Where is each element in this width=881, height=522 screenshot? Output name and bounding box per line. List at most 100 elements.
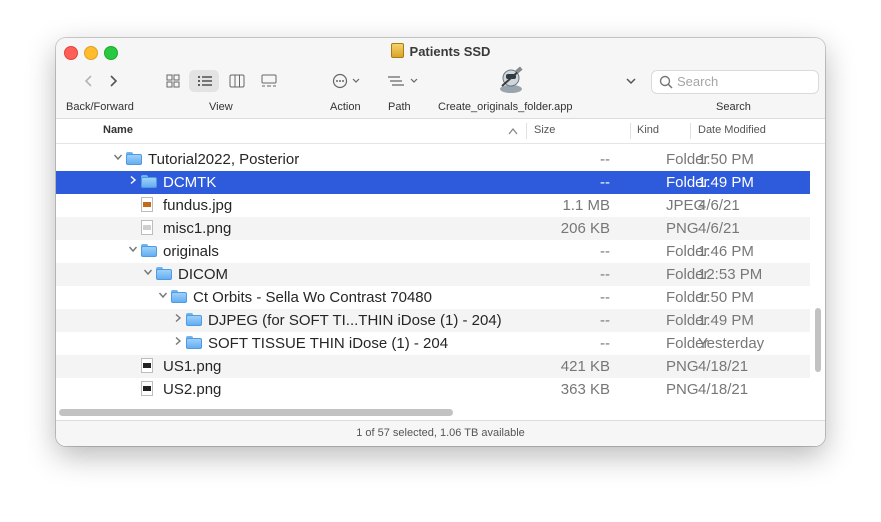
file-size: 206 KB [560, 220, 610, 237]
file-size: -- [600, 266, 610, 283]
file-row[interactable]: DJPEG (for SOFT TI...THIN iDose (1) - 20… [56, 309, 810, 332]
file-name: DICOM [178, 266, 228, 283]
file-list: Tutorial2022, Posterior -- Folder 1:50 PM DC… [56, 144, 825, 403]
date-modified-column-header[interactable]: Date Modified [698, 124, 766, 136]
path-list-icon [388, 76, 418, 86]
disclosure-expanded-icon[interactable] [128, 244, 138, 257]
png-file-icon [141, 358, 153, 373]
search-placeholder: Search [677, 74, 719, 89]
action-button[interactable] [332, 73, 362, 94]
chevron-right-icon [110, 75, 118, 87]
back-forward-label: Back/Forward [66, 101, 134, 113]
search-field[interactable]: Search [651, 70, 819, 94]
chevron-left-icon [84, 75, 92, 87]
chevron-down-icon [626, 78, 636, 85]
png-file-icon [141, 381, 153, 396]
status-bar: 1 of 57 selected, 1.06 TB available [56, 420, 825, 446]
file-date-modified: 1:50 PM [698, 289, 754, 306]
file-date-modified: 1:46 PM [698, 243, 754, 260]
disclosure-expanded-icon[interactable] [143, 267, 153, 280]
file-name: Ct Orbits - Sella Wo Contrast 70480 [193, 289, 432, 306]
status-text: 1 of 57 selected, 1.06 TB available [356, 427, 525, 439]
folder-icon [171, 290, 187, 303]
file-date-modified: 4/6/21 [698, 220, 740, 237]
file-name: originals [163, 243, 219, 260]
toolbar-overflow-button[interactable] [625, 74, 637, 92]
disclosure-collapsed-icon[interactable] [173, 313, 183, 326]
columns-icon [229, 74, 245, 88]
column-header: Name Size Kind Date Modified [56, 119, 825, 144]
file-size: -- [600, 312, 610, 329]
disclosure-expanded-icon[interactable] [113, 152, 123, 165]
file-date-modified: 1:50 PM [698, 151, 754, 168]
sort-ascending-icon [508, 127, 518, 135]
icon-view-button[interactable] [166, 74, 180, 93]
action-label: Action [330, 101, 361, 113]
disclosure-collapsed-icon[interactable] [173, 336, 183, 349]
file-size: -- [600, 151, 610, 168]
folder-icon [141, 175, 157, 188]
drive-icon [390, 43, 404, 58]
file-row[interactable]: DCMTK -- Folder 1:49 PM [56, 171, 810, 194]
forward-button[interactable] [107, 74, 119, 93]
folder-icon [186, 313, 202, 326]
disclosure-expanded-icon[interactable] [158, 290, 168, 303]
list-icon [198, 76, 212, 86]
gallery-view-button[interactable] [261, 74, 277, 93]
file-kind: PNG [666, 358, 699, 375]
column-view-button[interactable] [229, 74, 245, 93]
file-name: fundus.jpg [163, 197, 233, 214]
file-row[interactable]: US2.png 363 KB PNG 4/18/21 [56, 378, 810, 401]
gallery-icon [261, 74, 277, 87]
folder-icon [141, 244, 157, 257]
jpeg-file-icon [141, 197, 153, 212]
file-row[interactable]: Tutorial2022, Posterior -- Folder 1:50 PM [56, 148, 810, 171]
file-date-modified: 1:49 PM [698, 174, 754, 191]
app-label: Create_originals_folder.app [438, 101, 573, 113]
file-date-modified: 4/18/21 [698, 381, 749, 398]
create-originals-app-button[interactable] [496, 66, 526, 99]
back-button[interactable] [83, 74, 95, 93]
list-view-button[interactable] [197, 74, 213, 93]
file-size: -- [600, 335, 610, 352]
file-row[interactable]: misc1.png 206 KB PNG 4/6/21 [56, 217, 810, 240]
search-label: Search [716, 101, 751, 113]
file-size: 363 KB [560, 381, 610, 398]
disclosure-collapsed-icon[interactable] [128, 175, 138, 188]
file-row[interactable]: US1.png 421 KB PNG 4/18/21 [56, 355, 810, 378]
search-icon [659, 75, 673, 89]
file-size: 421 KB [560, 358, 610, 375]
file-size: -- [600, 289, 610, 306]
kind-column-header[interactable]: Kind [637, 124, 659, 136]
ellipsis-circle-icon [332, 73, 360, 89]
file-row[interactable]: fundus.jpg 1.1 MB JPEG 4/6/21 [56, 194, 810, 217]
folder-icon [186, 336, 202, 349]
file-name: US1.png [163, 358, 222, 375]
file-row[interactable]: Ct Orbits - Sella Wo Contrast 70480 -- Fol… [56, 286, 810, 309]
file-date-modified: 12:53 PM [698, 266, 763, 283]
size-column-header[interactable]: Size [534, 124, 555, 136]
file-row[interactable]: DICOM -- Folder 12:53 PM [56, 263, 810, 286]
file-name: SOFT TISSUE THIN iDose (1) - 204 [208, 335, 449, 352]
path-button[interactable] [386, 73, 420, 94]
file-name: DCMTK [163, 174, 217, 191]
png-file-icon [141, 220, 153, 235]
file-kind: PNG [666, 220, 699, 237]
horizontal-scrollbar[interactable] [59, 409, 453, 416]
file-row[interactable]: originals -- Folder 1:46 PM [56, 240, 810, 263]
file-kind: PNG [666, 381, 699, 398]
finder-window: Patients SSD Back/Forward View Action Pa… [56, 38, 825, 446]
window-title: Patients SSD [56, 43, 825, 59]
file-name: US2.png [163, 381, 222, 398]
file-size: -- [600, 174, 610, 191]
file-date-modified: 4/6/21 [698, 197, 740, 214]
file-date-modified: 1:49 PM [698, 312, 754, 329]
automator-robot-icon [500, 66, 523, 93]
grid-icon [166, 74, 180, 88]
file-size: 1.1 MB [562, 197, 610, 214]
file-row[interactable]: SOFT TISSUE THIN iDose (1) - 204 -- Folder… [56, 332, 810, 355]
name-column-header[interactable]: Name [103, 124, 133, 136]
folder-icon [126, 152, 142, 165]
folder-icon [156, 267, 172, 280]
vertical-scrollbar[interactable] [815, 308, 821, 372]
